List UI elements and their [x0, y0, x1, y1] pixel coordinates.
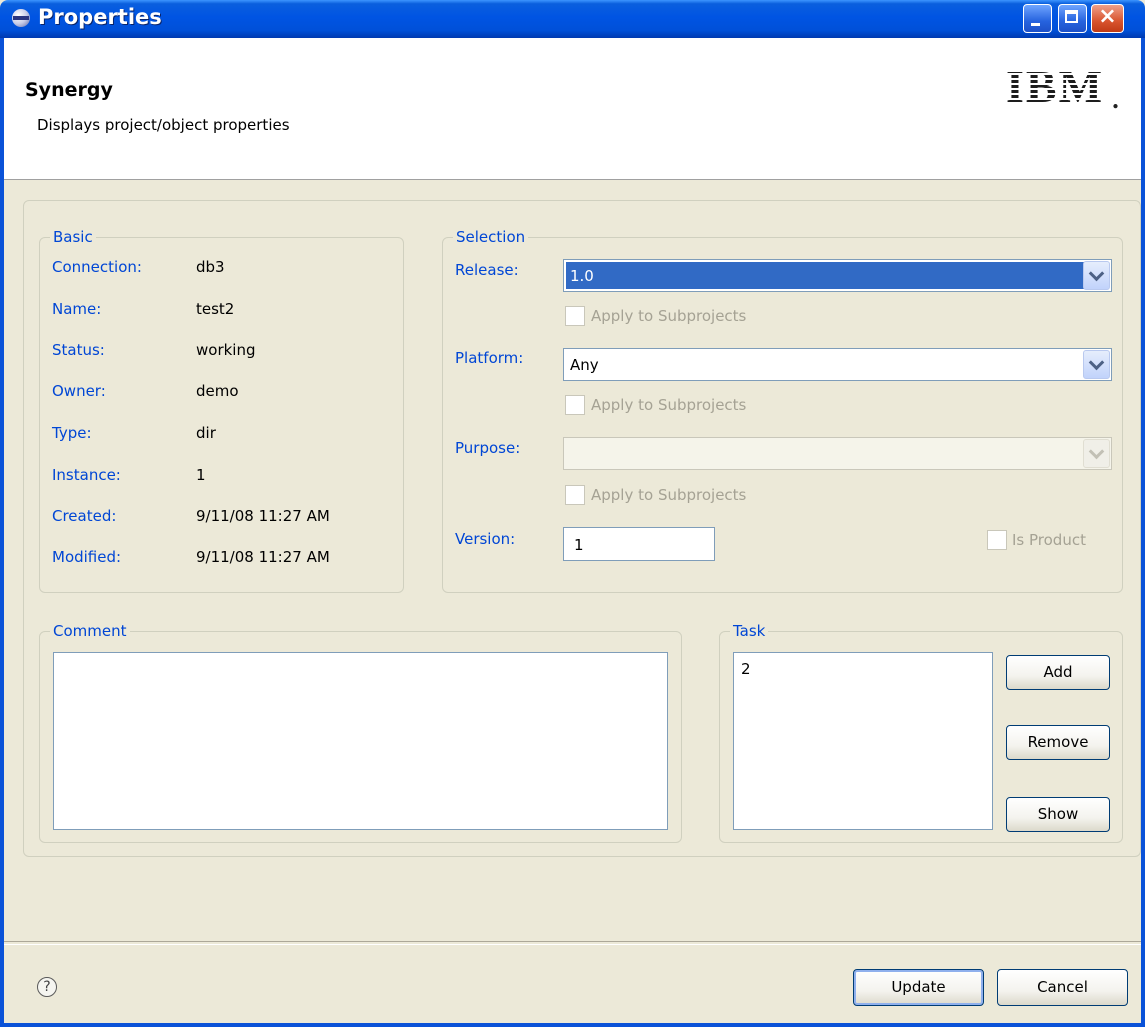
name-value: test2 [196, 300, 235, 318]
created-value: 9/11/08 11:27 AM [196, 507, 330, 525]
frame-border-left [0, 38, 4, 1027]
connection-value: db3 [196, 258, 225, 276]
footer-separator [4, 941, 1141, 945]
add-task-button[interactable]: Add [1006, 655, 1110, 690]
purpose-apply-label: Apply to Subprojects [591, 486, 747, 504]
chevron-down-icon[interactable] [1083, 350, 1110, 379]
version-value: 1 [574, 536, 584, 554]
task-list[interactable]: 2 [733, 652, 993, 830]
release-combo[interactable]: 1.0 [563, 259, 1112, 292]
basic-group: Basic [39, 228, 404, 593]
platform-label: Platform: [455, 349, 524, 367]
properties-dialog: Properties × Synergy Displays project/ob… [0, 0, 1145, 1027]
connection-label: Connection: [52, 258, 142, 276]
status-value: working [196, 341, 256, 359]
frame-border-right [1141, 38, 1145, 1027]
name-label: Name: [52, 300, 102, 318]
purpose-combo[interactable] [563, 437, 1112, 470]
ibm-logo: IBM [1006, 61, 1104, 112]
platform-apply-label: Apply to Subprojects [591, 396, 747, 414]
owner-label: Owner: [52, 382, 106, 400]
is-product-label: Is Product [1012, 531, 1086, 549]
title-bar[interactable]: Properties × [0, 0, 1145, 38]
dialog-header: Synergy Displays project/object properti… [4, 38, 1141, 180]
update-button[interactable]: Update [853, 969, 984, 1006]
version-field[interactable]: 1 [563, 527, 715, 561]
instance-label: Instance: [52, 466, 121, 484]
eclipse-icon [12, 9, 30, 27]
modified-label: Modified: [52, 548, 122, 566]
created-label: Created: [52, 507, 117, 525]
close-icon: × [1098, 4, 1117, 29]
modified-value: 9/11/08 11:27 AM [196, 548, 330, 566]
release-value: 1.0 [570, 267, 594, 285]
header-title: Synergy [25, 79, 113, 101]
purpose-label: Purpose: [455, 439, 521, 457]
list-item[interactable]: 2 [741, 660, 751, 678]
task-legend: Task [730, 622, 769, 640]
header-description: Displays project/object properties [37, 116, 290, 134]
basic-legend: Basic [50, 228, 96, 246]
platform-apply-checkbox[interactable] [565, 395, 585, 415]
type-value: dir [196, 424, 216, 442]
maximize-button[interactable] [1058, 4, 1087, 33]
help-icon[interactable]: ? [37, 977, 57, 997]
type-label: Type: [52, 424, 92, 442]
frame-border-bottom [0, 1023, 1145, 1027]
status-label: Status: [52, 341, 105, 359]
close-button[interactable]: × [1091, 4, 1124, 33]
instance-value: 1 [196, 466, 206, 484]
release-selection-highlight [566, 262, 1084, 289]
version-label: Version: [455, 530, 516, 548]
show-task-button[interactable]: Show [1006, 797, 1110, 832]
release-apply-checkbox[interactable] [565, 306, 585, 326]
release-label: Release: [455, 261, 519, 279]
window-title: Properties [38, 5, 162, 29]
selection-legend: Selection [453, 228, 529, 246]
owner-value: demo [196, 382, 239, 400]
purpose-apply-checkbox[interactable] [565, 485, 585, 505]
is-product-checkbox[interactable] [987, 530, 1007, 550]
platform-combo[interactable]: Any [563, 348, 1112, 381]
remove-task-button[interactable]: Remove [1006, 725, 1110, 760]
chevron-down-icon[interactable] [1083, 439, 1110, 468]
minimize-button[interactable] [1023, 4, 1052, 33]
ibm-logo-dot: . [1111, 76, 1120, 116]
comment-legend: Comment [50, 622, 130, 640]
platform-value: Any [570, 356, 599, 374]
cancel-button[interactable]: Cancel [997, 969, 1128, 1006]
comment-textarea[interactable] [53, 652, 668, 830]
release-apply-label: Apply to Subprojects [591, 307, 747, 325]
chevron-down-icon[interactable] [1083, 261, 1110, 290]
